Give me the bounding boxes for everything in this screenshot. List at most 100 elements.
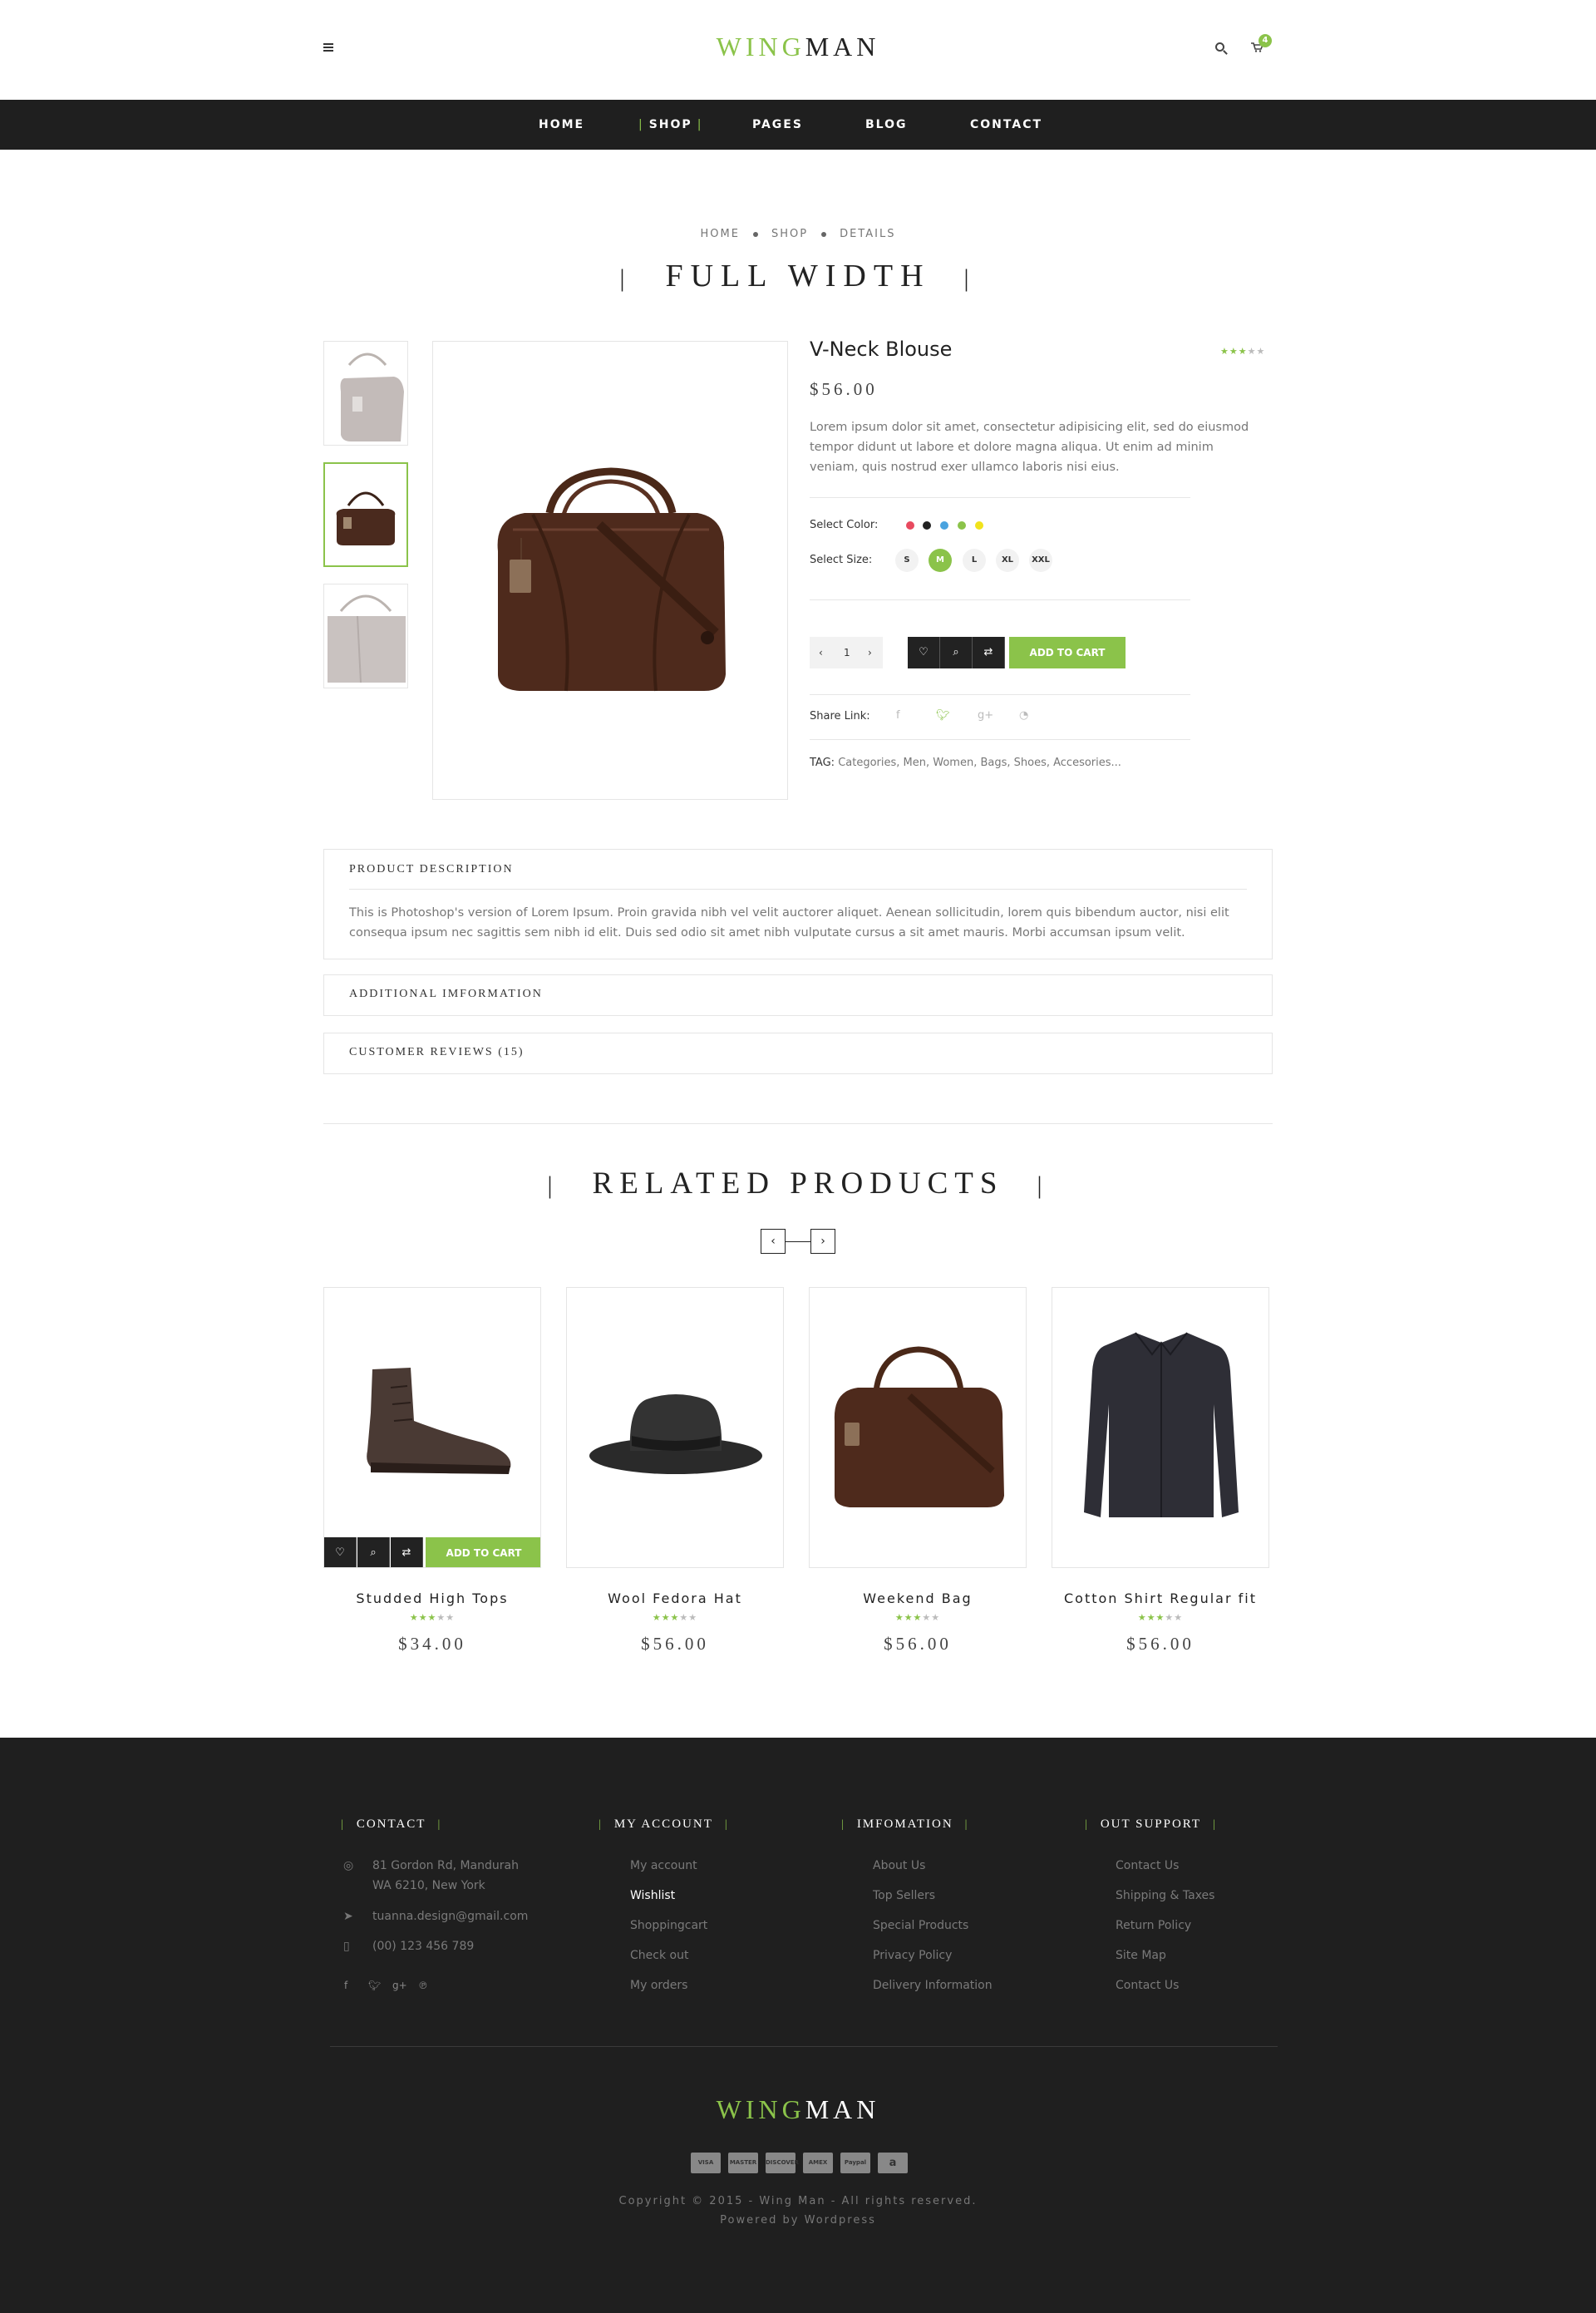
mastercard-icon: MASTER: [728, 2153, 758, 2173]
footer-link-contact-us-2[interactable]: Contact Us: [1116, 1979, 1179, 1992]
size-option-l[interactable]: L: [963, 549, 986, 572]
related-product-rating: ★★★★★: [1137, 1612, 1184, 1623]
related-product-name[interactable]: Weekend Bag: [809, 1590, 1027, 1606]
facebook-icon[interactable]: f: [896, 709, 900, 722]
location-icon: ◎: [343, 1859, 354, 1872]
footer-link-my-account[interactable]: My account: [630, 1859, 697, 1872]
footer-twitter-icon[interactable]: 🐦︎: [368, 1980, 381, 1991]
footer-link-my-orders[interactable]: My orders: [630, 1979, 687, 1992]
share-link-label: Share Link:: [810, 710, 870, 723]
footer-link-site-map[interactable]: Site Map: [1116, 1949, 1166, 1962]
footer-link-contact-us[interactable]: Contact Us: [1116, 1859, 1179, 1872]
page-title: | FULL WIDTH |: [619, 259, 977, 293]
wishlist-button[interactable]: ♡: [908, 637, 940, 668]
amazon-icon: a: [878, 2153, 908, 2173]
site-logo[interactable]: WINGMAN: [0, 32, 1596, 62]
footer-link-wishlist[interactable]: Wishlist: [630, 1889, 675, 1902]
nav-pages[interactable]: PAGES: [752, 100, 803, 150]
nav-blog[interactable]: BLOG: [865, 100, 908, 150]
visa-icon: VISA: [691, 2153, 721, 2173]
search-icon[interactable]: [1215, 42, 1224, 52]
related-product-card[interactable]: [566, 1287, 784, 1568]
product-description-text: This is Photoshop's version of Lorem Ips…: [349, 906, 1229, 940]
footer-logo[interactable]: WINGMAN: [0, 2094, 1596, 2125]
breadcrumb-home[interactable]: HOME: [701, 228, 740, 240]
related-product-card[interactable]: ♡ ⌕ ⇄ ADD TO CART: [323, 1287, 541, 1568]
footer-link-return-policy[interactable]: Return Policy: [1116, 1919, 1191, 1932]
related-product-name[interactable]: Wool Fedora Hat: [566, 1590, 784, 1606]
footer-divider: [330, 2046, 1278, 2047]
quantity-increase-button[interactable]: ›: [868, 637, 872, 668]
footer-link-top-sellers[interactable]: Top Sellers: [873, 1889, 935, 1902]
breadcrumb-shop[interactable]: SHOP: [771, 228, 808, 240]
product-thumbnail-3[interactable]: [323, 584, 408, 688]
product-thumbnail-2[interactable]: [323, 462, 408, 567]
breadcrumb-details: DETAILS: [840, 228, 896, 240]
color-swatch-yellow[interactable]: [975, 521, 983, 530]
google-plus-icon[interactable]: g+: [978, 709, 993, 722]
twitter-icon[interactable]: 🐦︎: [936, 709, 950, 722]
related-product-card[interactable]: [1052, 1287, 1269, 1568]
footer-email-link[interactable]: tuanna.design@gmail.com: [372, 1910, 528, 1923]
nav-contact[interactable]: CONTACT: [970, 100, 1042, 150]
size-option-s[interactable]: S: [895, 549, 919, 572]
footer-account-heading: | MY ACCOUNT |: [598, 1817, 729, 1831]
amex-icon: AMEX: [803, 2153, 833, 2173]
paypal-icon: Paypal: [840, 2153, 870, 2173]
related-prev-button[interactable]: ‹: [761, 1229, 786, 1254]
related-product-card[interactable]: [809, 1287, 1027, 1568]
card-quick-view-button[interactable]: ⌕: [357, 1537, 390, 1567]
size-option-m[interactable]: M: [929, 549, 952, 572]
quantity-value[interactable]: 1: [844, 637, 850, 668]
powered-by-text: Powered by Wordpress: [720, 2214, 876, 2227]
send-icon: ➤: [343, 1910, 353, 1923]
size-option-xl[interactable]: XL: [996, 549, 1019, 572]
card-compare-button[interactable]: ⇄: [391, 1537, 423, 1567]
nav-home[interactable]: HOME: [539, 100, 584, 150]
footer-phone: (00) 123 456 789: [372, 1940, 475, 1953]
footer-link-check-out[interactable]: Check out: [630, 1949, 688, 1962]
product-thumbnail-1[interactable]: [323, 341, 408, 446]
footer-link-special-products[interactable]: Special Products: [873, 1919, 968, 1932]
related-product-rating: ★★★★★: [409, 1612, 456, 1623]
related-product-rating: ★★★★★: [894, 1612, 941, 1623]
footer-address-line1: 81 Gordon Rd, Mandurah: [372, 1859, 519, 1872]
related-product-name[interactable]: Cotton Shirt Regular fit: [1052, 1590, 1269, 1606]
footer-link-shoppingcart[interactable]: Shoppingcart: [630, 1919, 707, 1932]
site-footer: [0, 1738, 1596, 2313]
quantity-decrease-button[interactable]: ‹: [819, 637, 823, 668]
divider: [810, 497, 1190, 498]
color-swatch-red[interactable]: [906, 521, 914, 530]
related-next-button[interactable]: ›: [810, 1229, 835, 1254]
size-option-xxl[interactable]: XXL: [1029, 549, 1052, 572]
tag-list[interactable]: Categories, Men, Women, Bags, Shoes, Acc…: [838, 757, 1121, 769]
footer-facebook-icon[interactable]: f: [344, 1980, 347, 1991]
additional-information-tab[interactable]: ADDITIONAL IMFORMATION: [349, 988, 543, 1001]
footer-link-delivery-information[interactable]: Delivery Information: [873, 1979, 993, 1992]
footer-link-about-us[interactable]: About Us: [873, 1859, 925, 1872]
rss-icon[interactable]: ◔: [1019, 709, 1028, 722]
color-swatch-green[interactable]: [958, 521, 966, 530]
add-to-cart-button[interactable]: ADD TO CART: [1009, 637, 1126, 668]
footer-link-privacy-policy[interactable]: Privacy Policy: [873, 1949, 952, 1962]
product-description-tab[interactable]: PRODUCT DESCRIPTION: [349, 863, 514, 876]
related-product-name[interactable]: Studded High Tops: [323, 1590, 541, 1606]
customer-reviews-tab[interactable]: CUSTOMER REVIEWS (15): [349, 1046, 525, 1059]
product-description: Lorem ipsum dolor sit amet, consectetur …: [810, 421, 1249, 474]
color-swatch-blue[interactable]: [940, 521, 948, 530]
footer-link-shipping-taxes[interactable]: Shipping & Taxes: [1116, 1889, 1214, 1902]
card-add-to-cart-button[interactable]: ADD TO CART: [426, 1537, 540, 1567]
product-main-image[interactable]: [432, 341, 788, 800]
product-tags: TAG: Categories, Men, Women, Bags, Shoes…: [810, 757, 1121, 769]
additional-information-panel[interactable]: ADDITIONAL IMFORMATION: [323, 974, 1273, 1016]
quick-view-button[interactable]: ⌕: [940, 637, 973, 668]
nav-shop[interactable]: | SHOP |: [633, 100, 707, 150]
compare-button[interactable]: ⇄: [973, 637, 1005, 668]
footer-pinterest-icon[interactable]: ℗: [418, 1980, 428, 1991]
footer-google-plus-icon[interactable]: g+: [392, 1980, 407, 1991]
card-wishlist-button[interactable]: ♡: [324, 1537, 357, 1567]
customer-reviews-panel[interactable]: CUSTOMER REVIEWS (15): [323, 1033, 1273, 1074]
select-size-label: Select Size:: [810, 554, 873, 566]
color-swatch-black[interactable]: [923, 521, 931, 530]
select-color-label: Select Color:: [810, 519, 879, 531]
